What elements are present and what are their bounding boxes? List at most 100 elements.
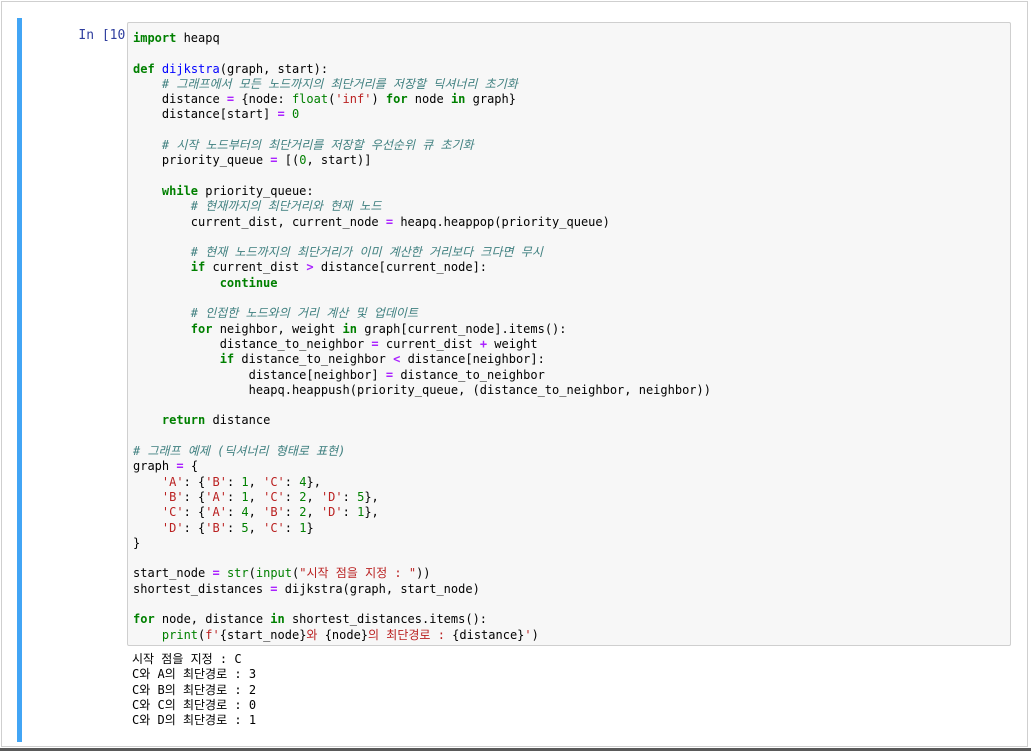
code-token: in bbox=[270, 612, 285, 627]
code-token: {distance} bbox=[452, 627, 525, 642]
code-token: # 시작 노드부터의 최단거리를 저장할 우선순위 큐 초기화 bbox=[161, 138, 474, 153]
code-line: # 현재 노드까지의 최단거리가 이미 계산한 거리보다 크다면 무시 bbox=[133, 245, 1010, 260]
code-token: : bbox=[284, 520, 300, 535]
code-token: heapq.heappush(priority_queue, (distance… bbox=[133, 382, 711, 397]
output-line: C와 C의 최단경로 : 0 bbox=[132, 697, 257, 712]
code-token: distance[neighbor] bbox=[133, 367, 386, 382]
code-token: = bbox=[176, 459, 184, 474]
code-token: 의 최단경로 : bbox=[368, 627, 453, 642]
code-editor[interactable]: import heapq def dijkstra(graph, start):… bbox=[127, 22, 1011, 646]
code-token: : bbox=[284, 489, 300, 504]
code-token: node bbox=[407, 92, 451, 107]
code-line: if distance_to_neighbor < distance[neigh… bbox=[133, 352, 1010, 367]
code-token: , bbox=[306, 505, 321, 520]
output-line: C와 D의 최단경로 : 1 bbox=[132, 713, 257, 728]
code-line: 'A': {'B': 1, 'C': 4}, bbox=[133, 475, 1010, 490]
code-token: neighbor, weight bbox=[212, 321, 343, 336]
code-token: return bbox=[161, 413, 206, 428]
code-token: input bbox=[255, 566, 292, 581]
code-token: graph bbox=[133, 459, 177, 474]
code-token: distance[current_node]: bbox=[313, 260, 488, 275]
code-token: }, bbox=[306, 474, 321, 489]
code-token: , bbox=[248, 474, 264, 489]
code-line: start_node = str(input("시작 점을 지정 : ")) bbox=[133, 566, 1010, 581]
code-token: 'B' bbox=[205, 520, 227, 535]
code-line: for neighbor, weight in graph[current_no… bbox=[133, 322, 1010, 337]
code-token: # 현재까지의 최단거리와 현재 노드 bbox=[190, 199, 382, 214]
code-line: continue bbox=[133, 276, 1010, 291]
code-token: ' bbox=[524, 627, 532, 642]
code-token: for bbox=[385, 92, 408, 107]
code-line: distance[start] = 0 bbox=[133, 107, 1010, 122]
code-token: ( bbox=[248, 566, 256, 581]
code-line: while priority_queue: bbox=[133, 184, 1010, 199]
code-token: 'A' bbox=[205, 489, 227, 504]
code-token: } bbox=[133, 535, 141, 550]
code-token: while bbox=[161, 183, 199, 198]
code-line: graph = { bbox=[133, 459, 1010, 474]
code-line: print(f'{start_node}와 {node}의 최단경로 : {di… bbox=[133, 628, 1010, 643]
code-token: "시작 점을 지정 : " bbox=[299, 566, 417, 581]
code-token: 'D' bbox=[320, 505, 343, 520]
code-token: if bbox=[190, 260, 206, 275]
code-line: # 현재까지의 최단거리와 현재 노드 bbox=[133, 199, 1010, 214]
code-token: > bbox=[306, 260, 314, 275]
code-token: # 그래프 예제 (딕셔너리 형태로 표현) bbox=[133, 444, 346, 459]
code-token: node, distance bbox=[154, 612, 271, 627]
code-token: 'C' bbox=[263, 520, 285, 535]
code-token: 5 bbox=[241, 520, 249, 535]
output-line: C와 B의 최단경로 : 2 bbox=[132, 682, 257, 697]
code-token: float bbox=[291, 92, 329, 107]
code-line: 'C': {'A': 4, 'B': 2, 'D': 1}, bbox=[133, 505, 1010, 520]
code-token: : { bbox=[183, 520, 206, 535]
code-token: : bbox=[342, 505, 358, 520]
code-token: , start)] bbox=[306, 153, 372, 168]
code-token: str bbox=[226, 566, 249, 581]
cell-output: 시작 점을 지정 : C C와 A의 최단경로 : 3 C와 B의 최단경로 : 2… bbox=[132, 652, 1012, 728]
code-token: 'A' bbox=[161, 474, 184, 489]
code-token: : bbox=[226, 505, 242, 520]
code-token: {node} bbox=[324, 627, 369, 642]
code-token: distance_to_neighbor bbox=[133, 336, 372, 351]
code-token: graph} bbox=[465, 92, 516, 107]
code-line: 'B': {'A': 1, 'C': 2, 'D': 5}, bbox=[133, 490, 1010, 505]
code-token: # 그래프에서 모든 노드까지의 최단거리를 저장할 딕셔너리 초기화 bbox=[161, 76, 518, 91]
code-line: return distance bbox=[133, 413, 1010, 428]
code-token: = bbox=[277, 107, 285, 122]
code-token: : bbox=[226, 489, 242, 504]
code-token: shortest_distances.items(): bbox=[284, 612, 488, 627]
code-token: current_dist bbox=[378, 336, 480, 351]
code-token: import bbox=[133, 31, 177, 45]
code-token: if bbox=[219, 352, 235, 367]
code-token: }, bbox=[364, 489, 379, 504]
code-cell[interactable]: In [10]: import heapq def dijkstra(graph… bbox=[17, 18, 1017, 742]
code-token: distance[start] bbox=[133, 107, 278, 122]
code-token: 'inf' bbox=[335, 92, 372, 107]
code-token: } bbox=[306, 520, 314, 535]
code-token: print bbox=[161, 627, 199, 642]
code-token: # 현재 노드까지의 최단거리가 이미 계산한 거리보다 크다면 무시 bbox=[190, 245, 543, 260]
code-token: , bbox=[248, 505, 264, 520]
code-token: 'D' bbox=[320, 489, 343, 504]
code-token: start_node bbox=[133, 566, 213, 581]
code-token: : bbox=[284, 505, 300, 520]
code-token: priority_queue bbox=[133, 153, 271, 168]
code-token: = bbox=[270, 581, 278, 596]
code-token: (graph, start): bbox=[219, 61, 329, 76]
code-token: { bbox=[183, 459, 199, 474]
